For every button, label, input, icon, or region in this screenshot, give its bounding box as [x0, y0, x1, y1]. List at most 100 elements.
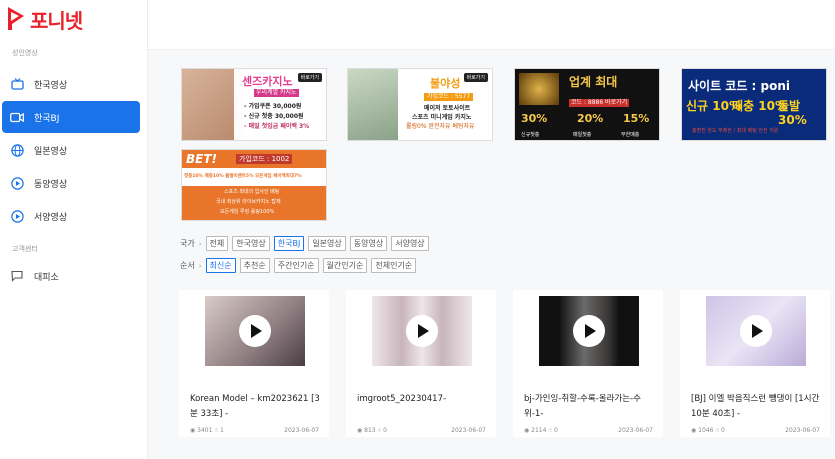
- banner-line: 스포츠 미니게임 카지노: [412, 114, 472, 121]
- sort-chip-all-time[interactable]: 전체인기순: [371, 258, 417, 273]
- sidebar-item-label: 동양영상: [34, 179, 68, 190]
- filter-label-country: 국가: [180, 239, 195, 248]
- video-title[interactable]: imgroot5_20230417-: [357, 392, 487, 407]
- thumbs-up-icon: ☝: [715, 427, 720, 434]
- play-circle-icon: [10, 176, 24, 190]
- banner-title: 사이트 코드 : poni: [688, 79, 791, 93]
- banner-line: - 가입쿠폰 30,000원: [244, 103, 302, 110]
- ad-banner-poni[interactable]: 사이트 코드 : poni 신규 10% 매충 10% 돌발 30% 충환전 한…: [681, 68, 827, 141]
- filter-chip-korean-bj[interactable]: 한국BJ: [273, 236, 305, 251]
- play-icon[interactable]: [573, 315, 605, 347]
- sort-chip-monthly[interactable]: 월간인기순: [322, 258, 368, 273]
- video-card[interactable]: Korean Model – km2023621 [3분 33초] - ◉ 34…: [179, 290, 329, 437]
- main-content: 바로가기 센즈카지노 우리계열 카지노 - 가입쿠폰 30,000원 - 신규 …: [148, 0, 835, 459]
- banner-line: - 신규 첫충 30,000원: [244, 113, 304, 120]
- banner-title: 센즈카지노: [242, 75, 293, 88]
- logo-icon: [6, 6, 26, 32]
- sort-chip-latest[interactable]: 최신순: [205, 258, 236, 273]
- banner-sub: 코드 : 8886 바로가기: [569, 99, 630, 107]
- thumbs-up-icon: ☝: [548, 427, 553, 434]
- video-card[interactable]: imgroot5_20230417- ◉ 813 ☝ 0 2023-06-07: [346, 290, 496, 437]
- video-thumbnail[interactable]: [539, 296, 639, 366]
- video-title[interactable]: Korean Model – km2023621 [3분 33초] -: [190, 392, 320, 422]
- video-thumbnail[interactable]: [205, 296, 305, 366]
- video-title[interactable]: [BJ] 이엘 박음직스런 뺑댕이 [1시간 10분 40초] -: [691, 392, 821, 422]
- play-icon[interactable]: [406, 315, 438, 347]
- like-count: 1: [219, 427, 224, 434]
- video-thumbnail[interactable]: [372, 296, 472, 366]
- view-count: 813: [364, 427, 376, 434]
- video-date: 2023-06-07: [451, 427, 486, 434]
- ad-banner-bulyaseong[interactable]: 바로가기 불야성 가입코드 : 5577 메이저 토토사이트 스포츠 미니게임 …: [347, 68, 493, 141]
- eye-icon: ◉: [691, 427, 697, 434]
- banner-line: 메이저 토토사이트: [424, 105, 471, 112]
- banner-sub: 가입코드 : 1002: [236, 154, 293, 164]
- filter-chip-korean[interactable]: 한국영상: [232, 236, 270, 251]
- ad-banner-industry-max[interactable]: 업계 최대 코드 : 8886 바로가기 30% 20% 15% 신규첫충 매일…: [514, 68, 660, 141]
- banner-sub: 가입코드 : 5577: [424, 93, 474, 101]
- eye-icon: ◉: [524, 427, 530, 434]
- view-count: 3401: [197, 427, 213, 434]
- video-meta: ◉ 2114 ☝ 0: [524, 427, 558, 434]
- filter-chip-japanese[interactable]: 일본영상: [308, 236, 346, 251]
- banner-sub: 우리계열 카지노: [254, 89, 299, 97]
- video-card[interactable]: bj-가인잉-취할-수록-올라가는-수위-1- ◉ 2114 ☝ 0 2023-…: [513, 290, 663, 437]
- like-count: 0: [553, 427, 558, 434]
- sidebar-item-label: 한국영상: [34, 80, 68, 91]
- banner-line: 무한매충: [621, 132, 640, 138]
- video-date: 2023-06-07: [785, 427, 820, 434]
- banner-photo: [182, 69, 234, 140]
- video-card[interactable]: [BJ] 이엘 박음직스런 뺑댕이 [1시간 10분 40초] - ◉ 1046…: [680, 290, 830, 437]
- chat-icon: [10, 269, 24, 283]
- sort-chip-recommended[interactable]: 추천순: [239, 258, 270, 273]
- banner-line: 첫충10% 매충10% 돌발이벤트5% 모든게임 페이백최대7%: [184, 174, 302, 179]
- video-meta: ◉ 3401 ☝ 1: [190, 427, 224, 434]
- eye-icon: ◉: [357, 427, 363, 434]
- sidebar-item-korean-bj[interactable]: 한국BJ: [2, 101, 140, 133]
- video-camera-icon: [10, 110, 24, 124]
- globe-icon: [10, 143, 24, 157]
- section-label-adult: 성인영상: [12, 49, 38, 57]
- sidebar-item-label: 한국BJ: [34, 113, 60, 124]
- order-filter: 순서 › 최신순 추천순 주간인기순 월간인기순 전체인기순: [180, 258, 417, 273]
- banner-cta: 바로가기: [463, 73, 488, 82]
- banner-line: - 매일 첫입금 페이백 3%: [244, 123, 310, 130]
- logo-text: 포니넷: [30, 8, 83, 33]
- banner-line: 스포츠 최대의 업사인 배팅: [224, 189, 280, 195]
- logo[interactable]: 포니넷: [6, 4, 83, 34]
- banner-emblem: [519, 73, 559, 105]
- section-label-support: 고객센터: [12, 245, 38, 253]
- sidebar-item-korean[interactable]: 한국영상: [2, 68, 140, 100]
- play-icon[interactable]: [239, 315, 271, 347]
- video-date: 2023-06-07: [284, 427, 319, 434]
- sidebar-item-asian[interactable]: 동양영상: [2, 167, 140, 199]
- sidebar-item-western[interactable]: 서양영상: [2, 200, 140, 232]
- sidebar-item-label: 대피소: [34, 272, 59, 283]
- sidebar-item-label: 일본영상: [34, 146, 68, 157]
- top-bar: [148, 0, 835, 50]
- banner-line: 롤링0% 완전자유 베팅자유: [406, 123, 475, 130]
- sidebar-item-japanese[interactable]: 일본영상: [2, 134, 140, 166]
- ad-banner-sense-casino[interactable]: 바로가기 센즈카지노 우리계열 카지노 - 가입쿠폰 30,000원 - 신규 …: [181, 68, 327, 141]
- video-meta: ◉ 813 ☝ 0: [357, 427, 387, 434]
- banner-line: 30%: [521, 112, 548, 125]
- view-count: 1046: [698, 427, 714, 434]
- video-thumbnail[interactable]: [706, 296, 806, 366]
- sidebar-item-shelter[interactable]: 대피소: [2, 260, 140, 292]
- video-title[interactable]: bj-가인잉-취할-수록-올라가는-수위-1-: [524, 392, 654, 422]
- eye-icon: ◉: [190, 427, 196, 434]
- banner-title: 불야성: [430, 77, 461, 90]
- filter-chip-asian[interactable]: 동양영상: [349, 236, 388, 251]
- banner-line: 신규첫충: [521, 132, 540, 138]
- sidebar-item-label: 서양영상: [34, 212, 68, 223]
- sort-chip-weekly[interactable]: 주간인기순: [273, 258, 319, 273]
- filter-chip-all[interactable]: 전체: [205, 236, 229, 251]
- thumbs-up-icon: ☝: [377, 427, 382, 434]
- banner-line: 20%: [577, 112, 604, 125]
- view-count: 2114: [531, 427, 547, 434]
- banner-line: 충환전 한도 무제한 / 최대 베팅 안전 지원: [692, 128, 779, 134]
- ad-banner-bet[interactable]: BET! 가입코드 : 1002 첫충10% 매충10% 돌발이벤트5% 모든게…: [181, 149, 327, 221]
- filter-chip-western[interactable]: 서양영상: [391, 236, 429, 251]
- sidebar: 포니넷 성인영상 한국영상 한국BJ 일본영상 동양영상 서양영상 고객센터 대…: [0, 0, 148, 459]
- play-icon[interactable]: [740, 315, 772, 347]
